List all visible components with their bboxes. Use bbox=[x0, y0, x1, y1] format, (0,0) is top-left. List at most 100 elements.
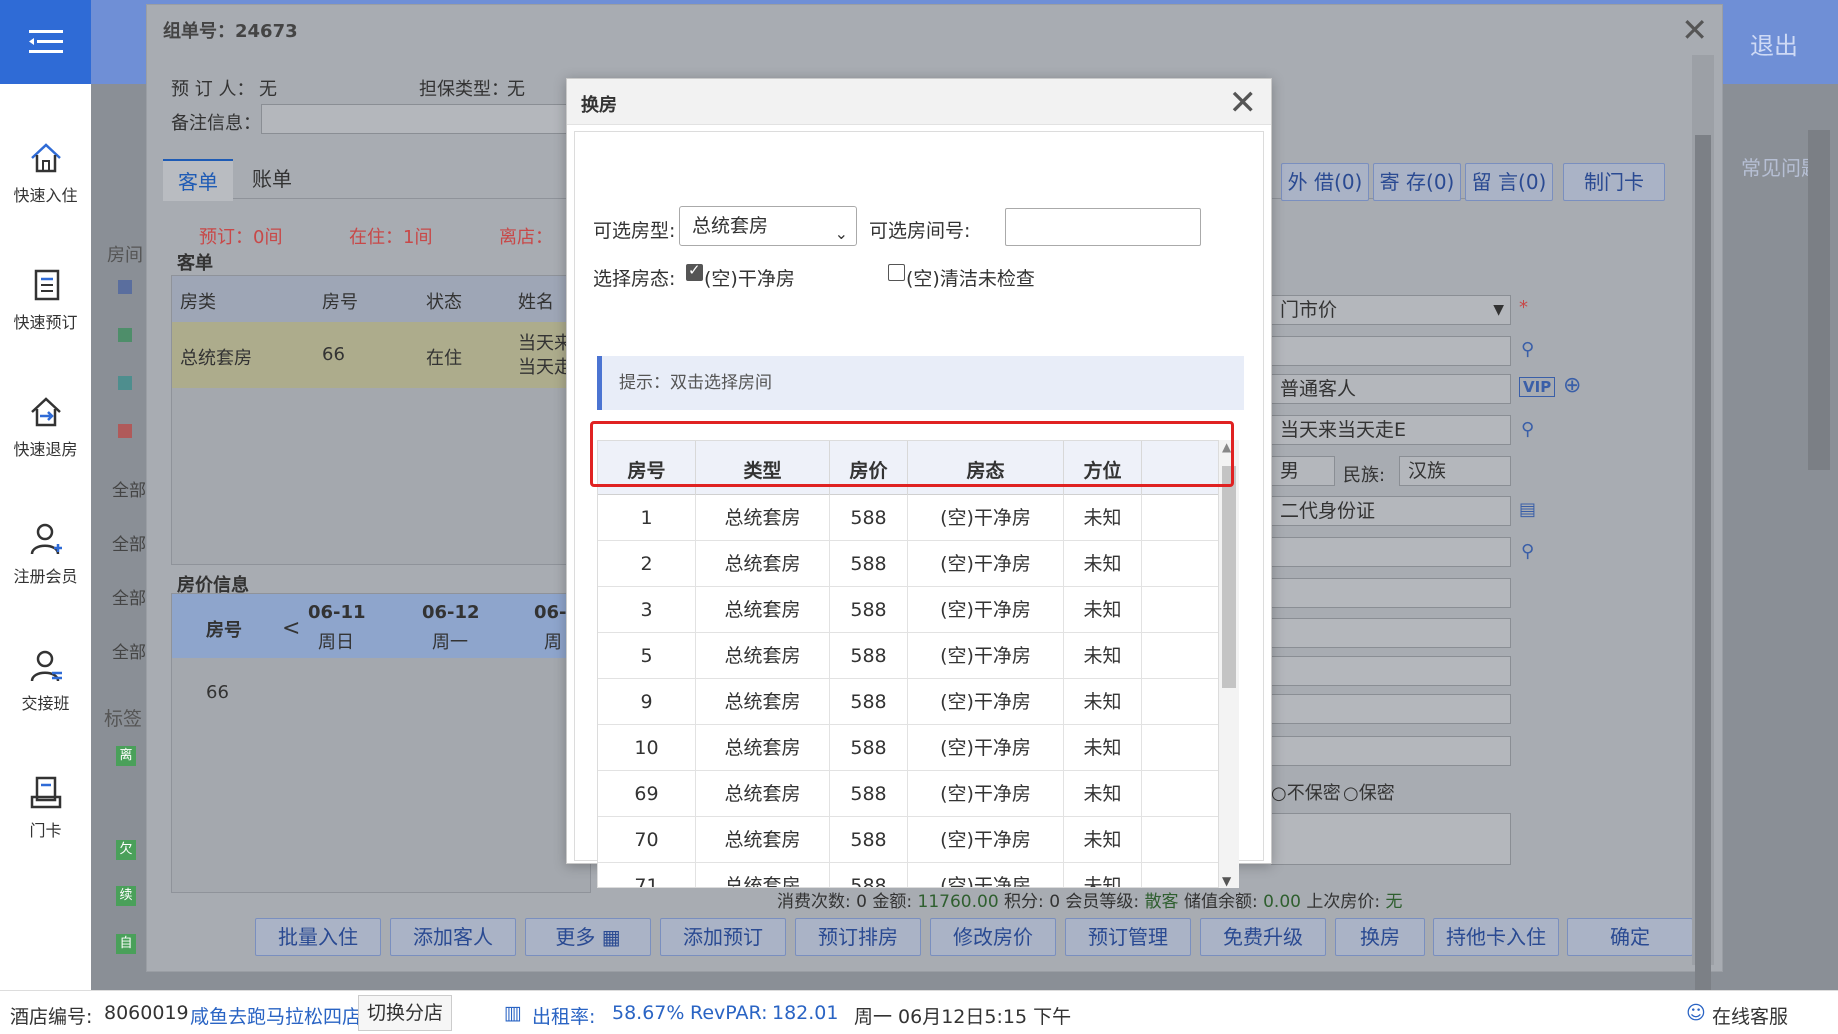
booking-manage-button[interactable]: 预订管理 bbox=[1065, 918, 1191, 956]
order-scrollbar[interactable] bbox=[1692, 55, 1714, 995]
member-card-input[interactable] bbox=[1271, 336, 1511, 366]
table-row[interactable]: 10 总统套房 588 (空)干净房 未知 bbox=[598, 725, 1218, 771]
switch-store-button[interactable]: 切换分店 bbox=[358, 995, 452, 1031]
scroll-down-icon[interactable]: ▼ bbox=[1222, 874, 1231, 888]
col-room-no: 房号 bbox=[598, 441, 696, 495]
col-price: 房价 bbox=[830, 441, 908, 495]
gender-select[interactable]: 男 bbox=[1271, 456, 1335, 486]
search-icon[interactable]: ⚲ bbox=[1521, 339, 1534, 360]
message-button[interactable]: 留 言(0) bbox=[1465, 163, 1553, 201]
batch-checkin-button[interactable]: 批量入住 bbox=[255, 918, 381, 956]
online-service-link[interactable]: 在线客服 bbox=[1712, 1002, 1788, 1029]
table-scrollbar[interactable]: ▲ ▼ bbox=[1219, 440, 1239, 888]
vip-icon[interactable]: VIP bbox=[1519, 377, 1556, 397]
filter-all-label[interactable]: 全部 bbox=[112, 638, 146, 663]
borrow-button[interactable]: 外 借(0) bbox=[1281, 163, 1369, 201]
id-type-select[interactable]: 二代身份证 bbox=[1271, 496, 1511, 526]
menu-toggle-button[interactable] bbox=[0, 0, 91, 84]
sidebar-item-quick-checkin[interactable]: 快速入住 bbox=[0, 140, 91, 240]
cell-position: 未知 bbox=[1064, 587, 1142, 633]
filter-all-label[interactable]: 全部 bbox=[112, 584, 146, 609]
table-row[interactable]: 5 总统套房 588 (空)干净房 未知 bbox=[598, 633, 1218, 679]
search-icon[interactable]: ⚲ bbox=[1521, 419, 1534, 440]
booking-assign-button[interactable]: 预订排房 bbox=[795, 918, 921, 956]
sidebar-item-quick-booking[interactable]: 快速预订 bbox=[0, 267, 91, 367]
price-type-select[interactable]: 门市价 ▼ bbox=[1271, 295, 1511, 325]
order-close-icon[interactable]: ✕ bbox=[1681, 11, 1708, 49]
roomno-input[interactable] bbox=[1005, 208, 1201, 246]
clean-room-label: (空)干净房 bbox=[704, 268, 795, 290]
car-plate-input[interactable] bbox=[1271, 736, 1511, 766]
order-title: 组单号：24673 bbox=[163, 21, 298, 42]
legend-square bbox=[118, 328, 132, 342]
last-price-value: 无 bbox=[1385, 892, 1403, 912]
modify-price-button[interactable]: 修改房价 bbox=[930, 918, 1056, 956]
privacy-no-radio[interactable]: ○不保密 bbox=[1271, 779, 1341, 805]
birthday-input[interactable] bbox=[1271, 578, 1511, 608]
guest-name-field[interactable]: 当天来当天走E bbox=[1271, 415, 1511, 445]
level-label: 会员等级: bbox=[1065, 892, 1140, 912]
table-row[interactable]: 总统套房 66 在住 当天来当天走E bbox=[172, 322, 590, 388]
table-row[interactable]: 2 总统套房 588 (空)干净房 未知 bbox=[598, 541, 1218, 587]
menu-icon bbox=[28, 30, 63, 53]
sidebar-item-quick-checkout[interactable]: 快速退房 bbox=[0, 394, 91, 494]
col-state: 房态 bbox=[908, 441, 1064, 495]
table-row[interactable]: 70 总统套房 588 (空)干净房 未知 bbox=[598, 817, 1218, 863]
scroll-up-icon[interactable]: ▲ bbox=[1222, 440, 1231, 454]
other-card-checkin-button[interactable]: 持他卡入住 bbox=[1433, 918, 1559, 956]
filter-all-label[interactable]: 全部 bbox=[112, 530, 146, 555]
add-booking-button[interactable]: 添加预订 bbox=[660, 918, 786, 956]
company-input[interactable] bbox=[1271, 694, 1511, 724]
table-row[interactable]: 3 总统套房 588 (空)干净房 未知 bbox=[598, 587, 1218, 633]
sidebar-item-register-member[interactable]: 注册会员 bbox=[0, 521, 91, 621]
guest-type-field[interactable]: 普通客人 bbox=[1271, 374, 1511, 404]
order-scroll-thumb[interactable] bbox=[1695, 135, 1711, 995]
change-room-button[interactable]: 换房 bbox=[1335, 918, 1425, 956]
add-guest-icon[interactable]: ⊕ bbox=[1563, 373, 1581, 398]
page-scrollbar[interactable] bbox=[1808, 130, 1830, 470]
room-table-header: 房号 类型 房价 房态 方位 bbox=[598, 441, 1218, 495]
make-card-button[interactable]: 制门卡 bbox=[1563, 163, 1665, 201]
guest-remark-textarea[interactable] bbox=[1271, 813, 1511, 865]
more-button[interactable]: 更多 ▦ bbox=[525, 918, 651, 956]
cell-price: 588 bbox=[830, 587, 908, 633]
booker-value: 无 bbox=[259, 79, 277, 100]
phone-input[interactable] bbox=[1271, 618, 1511, 648]
deposit-button[interactable]: 寄 存(0) bbox=[1373, 163, 1461, 201]
address-input[interactable] bbox=[1271, 656, 1511, 686]
table-row[interactable]: 69 总统套房 588 (空)干净房 未知 bbox=[598, 771, 1218, 817]
price-prev-arrow[interactable]: < bbox=[282, 616, 300, 641]
logout-button[interactable]: 退出 bbox=[1750, 26, 1798, 61]
table-row[interactable]: 1 总统套房 588 (空)干净房 未知 bbox=[598, 495, 1218, 541]
ethnicity-field[interactable]: 汉族 bbox=[1399, 456, 1511, 486]
sidebar-item-door-card[interactable]: 门卡 bbox=[0, 775, 91, 875]
cell-state: (空)干净房 bbox=[908, 679, 1064, 725]
id-reader-icon[interactable]: ▤ bbox=[1519, 499, 1536, 520]
add-guest-button[interactable]: 添加客人 bbox=[390, 918, 516, 956]
store-name[interactable]: 咸鱼去跑马拉松四店 bbox=[190, 1002, 361, 1029]
free-upgrade-button[interactable]: 免费升级 bbox=[1200, 918, 1326, 956]
cell-room-type: 总统套房 bbox=[180, 348, 252, 369]
tab-guest[interactable]: 客单 bbox=[163, 159, 233, 201]
roomtype-select[interactable]: 总统套房 ⌄ bbox=[679, 206, 857, 246]
hint-banner: 提示：双击选择房间 bbox=[597, 356, 1244, 410]
tab-bill[interactable]: 账单 bbox=[237, 159, 307, 199]
clean-room-checkbox[interactable] bbox=[686, 261, 703, 281]
close-icon[interactable]: ✕ bbox=[1229, 83, 1258, 123]
privacy-yes-radio[interactable]: ○保密 bbox=[1343, 779, 1395, 805]
sidebar-item-label: 交接班 bbox=[21, 694, 70, 713]
confirm-button[interactable]: 确定 bbox=[1567, 918, 1693, 956]
table-row[interactable]: 71 总统套房 588 (空)干净房 未知 bbox=[598, 863, 1218, 887]
filter-all-label[interactable]: 全部 bbox=[112, 476, 146, 501]
unchecked-room-checkbox[interactable] bbox=[888, 264, 905, 281]
search-icon[interactable]: ⚲ bbox=[1521, 541, 1534, 562]
remark-input[interactable] bbox=[261, 104, 571, 134]
cell-price: 588 bbox=[830, 679, 908, 725]
cell-room-no: 3 bbox=[598, 587, 696, 633]
table-scroll-thumb[interactable] bbox=[1222, 466, 1236, 688]
id-number-input[interactable] bbox=[1271, 537, 1511, 567]
status-bar: 酒店编号: 8060019 咸鱼去跑马拉松四店 切换分店 ▥ 出租率: 58.6… bbox=[0, 990, 1838, 1034]
table-row[interactable]: 9 总统套房 588 (空)干净房 未知 bbox=[598, 679, 1218, 725]
sidebar-item-shift-handover[interactable]: 交接班 bbox=[0, 648, 91, 748]
room-state-label: 选择房态: bbox=[593, 268, 676, 290]
